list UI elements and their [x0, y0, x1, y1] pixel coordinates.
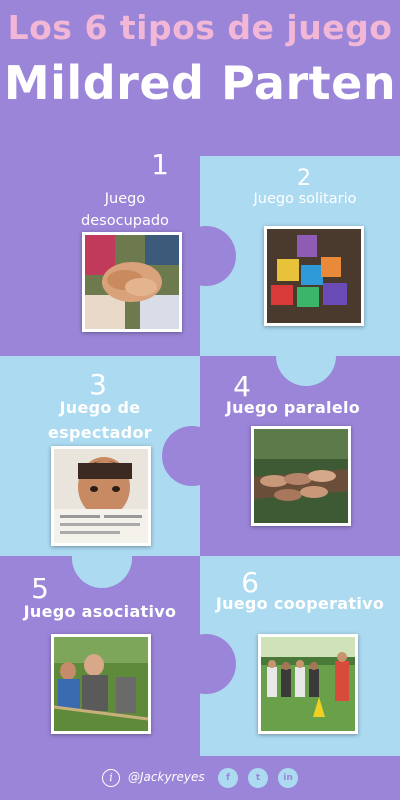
type-label-line: espectador: [48, 422, 152, 442]
tug-of-war-photo: [51, 634, 151, 734]
infographic: Los 6 tipos de juego Mildred Parten 1 Ju…: [0, 0, 400, 800]
type-label: Juego desocupado: [60, 188, 190, 233]
facebook-icon[interactable]: f: [218, 768, 238, 788]
type-label-line: Juego: [104, 191, 146, 207]
title-line-1: Los 6 tipos de juego: [7, 8, 393, 47]
hands-on-log-photo: [251, 426, 351, 526]
info-icon[interactable]: i: [102, 769, 120, 787]
footer: i @Jackyreyes f t in: [0, 765, 400, 791]
linkedin-icon[interactable]: in: [278, 768, 298, 788]
type-number: 1: [151, 148, 169, 181]
type-label-line: Juego solitario: [253, 191, 357, 207]
puzzle-knob: [276, 326, 336, 386]
author-handle: @Jackyreyes: [128, 770, 205, 784]
type-label: Juego cooperativo: [204, 592, 396, 617]
group-game-photo: [258, 634, 358, 734]
type-label: Juego de espectador: [20, 396, 180, 446]
type-label: Juego asociativo: [14, 600, 186, 625]
type-label-line: desocupado: [81, 213, 169, 230]
puzzle-knob: [176, 226, 236, 286]
puzzle-knob: [176, 634, 236, 694]
hands-stacked-photo: [82, 232, 182, 332]
child-watching-photo: [51, 446, 151, 546]
twitter-icon[interactable]: t: [248, 768, 268, 788]
title-line-2: Mildred Parten: [3, 56, 397, 110]
type-label-line: Juego paralelo: [225, 398, 361, 417]
type-label: Juego solitario: [220, 188, 390, 210]
type-label-line: Juego cooperativo: [215, 594, 385, 613]
type-label: Juego paralelo: [208, 396, 378, 421]
type-label-line: Juego de: [59, 398, 141, 417]
letter-blocks-photo: [264, 226, 364, 326]
type-label-line: Juego asociativo: [23, 602, 177, 621]
